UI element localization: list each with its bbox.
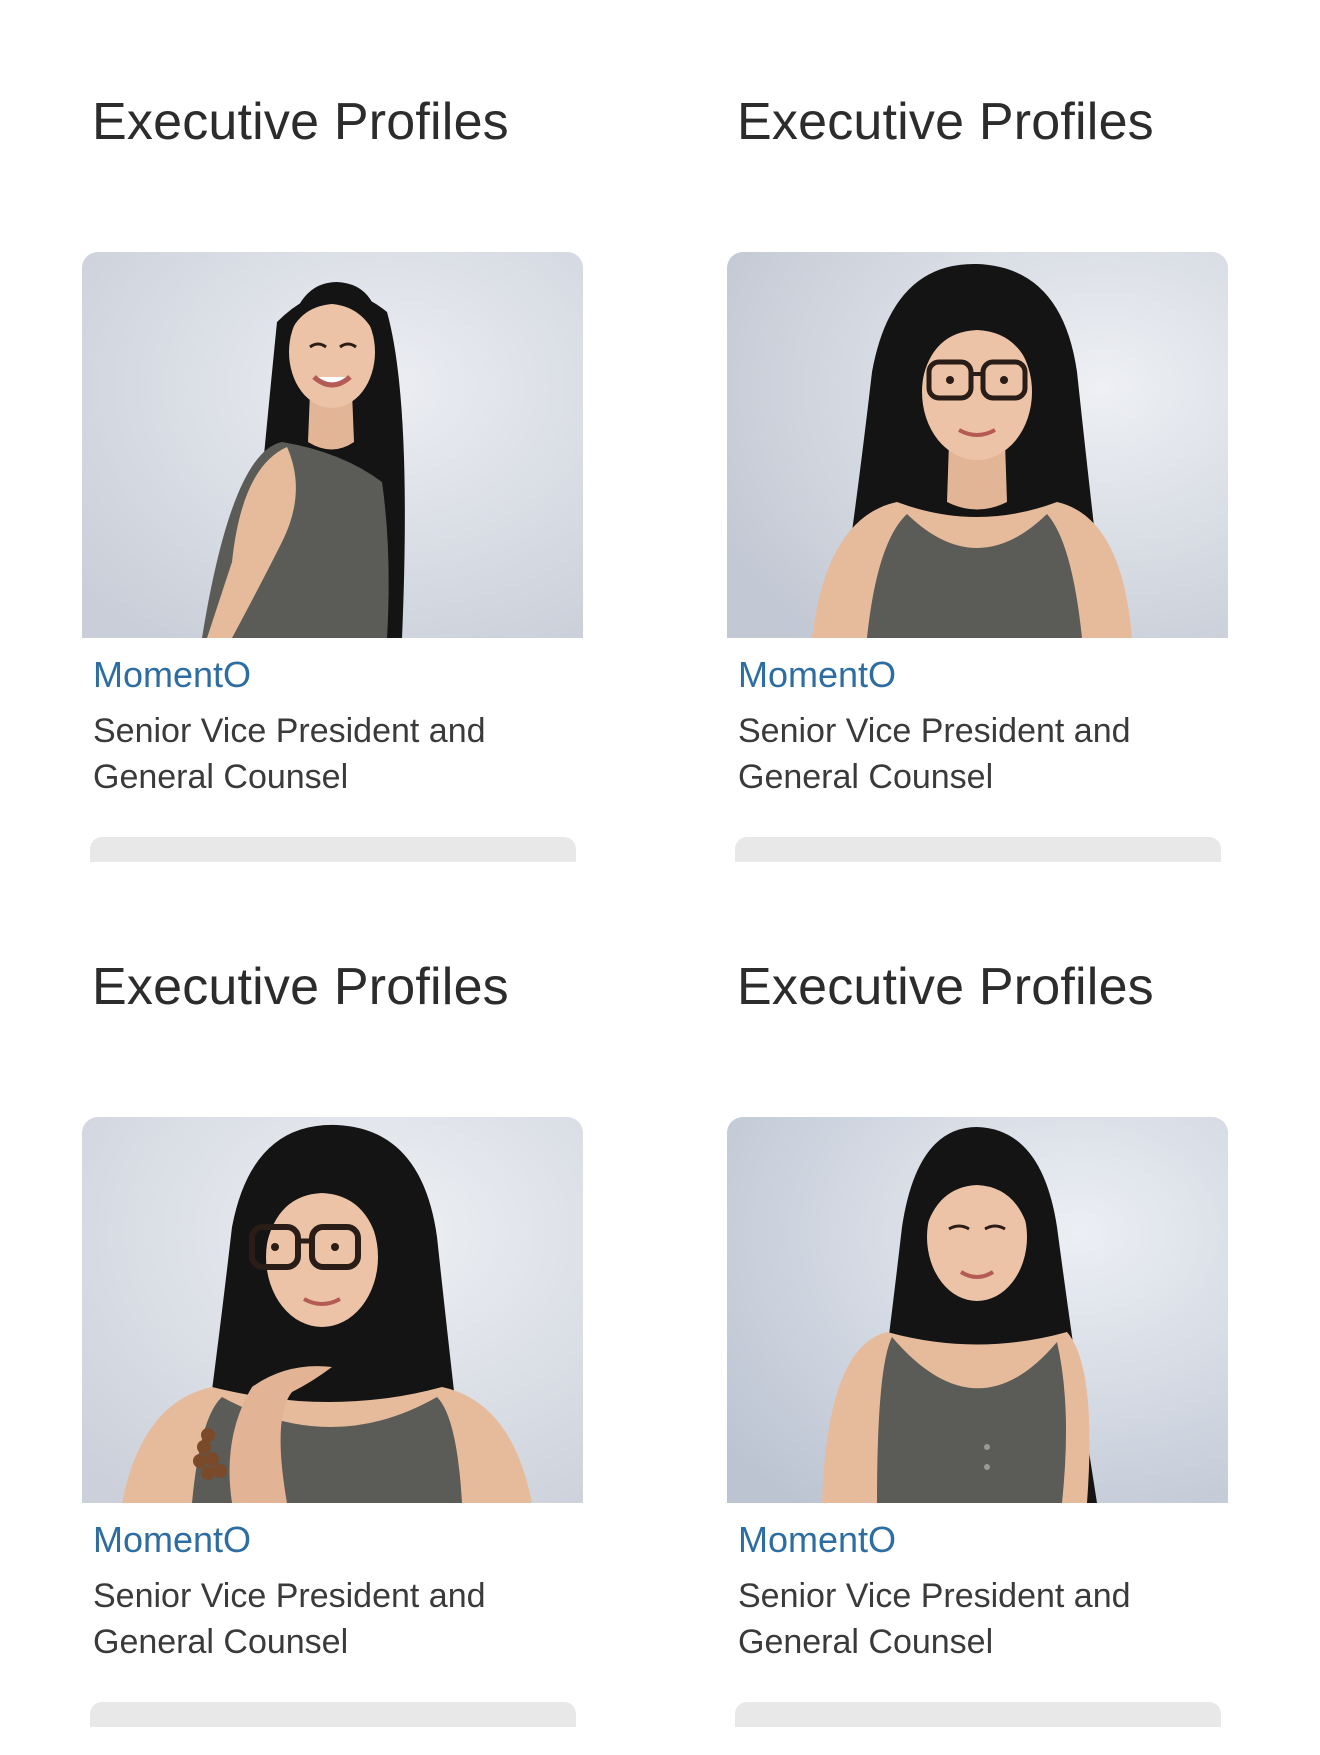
card-footer-button[interactable] <box>735 1702 1221 1727</box>
company-link[interactable]: MomentO <box>738 654 896 696</box>
company-link[interactable]: MomentO <box>738 1519 896 1561</box>
profile-card[interactable]: MomentO Senior Vice President and Genera… <box>82 1117 583 1727</box>
role-title: Senior Vice President and General Counse… <box>738 1577 1131 1661</box>
role-title: Senior Vice President and General Counse… <box>93 712 486 796</box>
portrait-photo-icon <box>82 1117 583 1503</box>
profile-card[interactable]: MomentO Senior Vice President and Genera… <box>727 252 1228 862</box>
profile-panel-4: Executive Profiles MomentO Senior Vice P… <box>727 865 1247 1727</box>
company-link[interactable]: MomentO <box>93 654 251 696</box>
section-heading: Executive Profiles <box>737 93 1154 151</box>
role-title: Senior Vice President and General Counse… <box>93 1577 486 1661</box>
portrait-photo-icon <box>727 1117 1228 1503</box>
card-footer-button[interactable] <box>90 1702 576 1727</box>
profile-card[interactable]: MomentO Senior Vice President and Genera… <box>727 1117 1228 1727</box>
profile-photo[interactable] <box>727 1117 1228 1503</box>
profile-card[interactable]: MomentO Senior Vice President and Genera… <box>82 252 583 862</box>
section-heading: Executive Profiles <box>92 958 509 1016</box>
profile-panel-2: Executive Profiles MomentO Senior Vice P… <box>727 0 1247 862</box>
profile-panel-1: Executive Profiles MomentO Senior Vice P… <box>82 0 602 862</box>
section-heading: Executive Profiles <box>737 958 1154 1016</box>
profile-photo[interactable] <box>82 1117 583 1503</box>
portrait-photo-icon <box>82 252 583 638</box>
role-title: Senior Vice President and General Counse… <box>738 712 1131 796</box>
card-footer-button[interactable] <box>735 837 1221 862</box>
portrait-photo-icon <box>727 252 1228 638</box>
section-heading: Executive Profiles <box>92 93 509 151</box>
company-link[interactable]: MomentO <box>93 1519 251 1561</box>
profile-panel-3: Executive Profiles MomentO Senior Vice P… <box>82 865 602 1727</box>
profile-photo[interactable] <box>727 252 1228 638</box>
card-footer-button[interactable] <box>90 837 576 862</box>
profile-photo[interactable] <box>82 252 583 638</box>
